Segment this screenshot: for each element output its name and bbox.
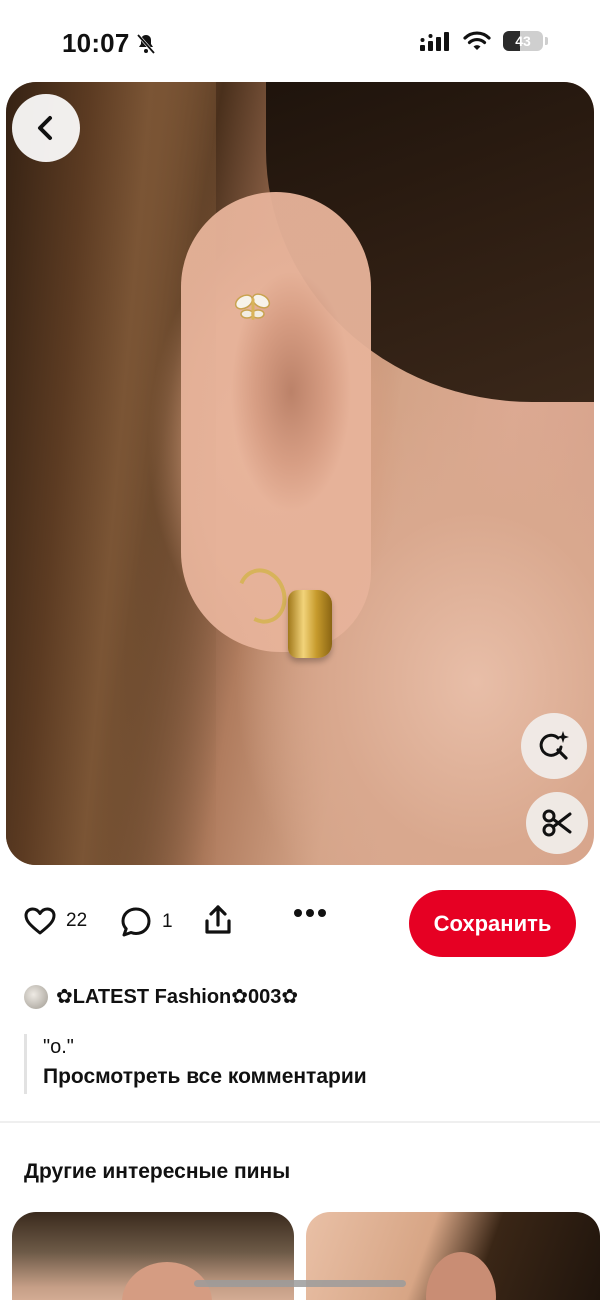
share-button[interactable]	[203, 904, 233, 936]
comment-count: 1	[162, 911, 173, 932]
avatar[interactable]	[24, 984, 48, 1009]
comment-text: "o."	[43, 1036, 74, 1058]
author-name[interactable]: ✿LATEST Fashion✿003✿	[56, 984, 298, 1009]
huggie-earring	[288, 590, 332, 658]
scissors-icon	[542, 809, 572, 837]
time-text: 10:07	[62, 28, 130, 58]
status-icons: 43	[419, 30, 548, 52]
pin-actions: 22 1 Сохранить	[0, 880, 600, 966]
speech-bubble-icon	[121, 907, 151, 937]
comment-button[interactable]: 1	[120, 906, 173, 938]
status-bar: 10:07 43	[0, 0, 600, 82]
chevron-left-icon	[38, 116, 52, 140]
home-indicator[interactable]	[194, 1280, 406, 1287]
wifi-icon	[463, 31, 491, 50]
like-count: 22	[66, 910, 88, 931]
cutout-button[interactable]	[526, 792, 588, 854]
cellular-signal-icon	[420, 32, 449, 51]
lens-sparkle-icon	[539, 731, 569, 760]
pin-image[interactable]	[6, 82, 594, 865]
like-button[interactable]: 22	[24, 906, 87, 936]
status-time: 10:07	[62, 28, 158, 59]
back-button[interactable]	[12, 94, 80, 162]
battery-indicator: 43	[503, 31, 543, 51]
visual-search-button[interactable]	[521, 713, 587, 779]
ellipsis-icon	[294, 909, 326, 917]
more-pins-heading: Другие интересные пины	[24, 1160, 291, 1183]
battery-percent: 43	[515, 33, 531, 49]
butterfly-stud-icon	[234, 293, 271, 320]
heart-icon	[24, 907, 56, 935]
section-divider	[0, 1121, 600, 1123]
view-all-comments-link[interactable]: Просмотреть все комментарии	[43, 1060, 367, 1094]
author-row[interactable]: ✿LATEST Fashion✿003✿	[24, 984, 298, 1009]
bell-slash-icon	[136, 33, 155, 54]
save-button[interactable]: Сохранить	[409, 890, 576, 957]
more-options-button[interactable]	[293, 908, 327, 918]
comments-preview: "o." Просмотреть все комментарии	[24, 1034, 367, 1094]
share-icon	[205, 905, 231, 934]
